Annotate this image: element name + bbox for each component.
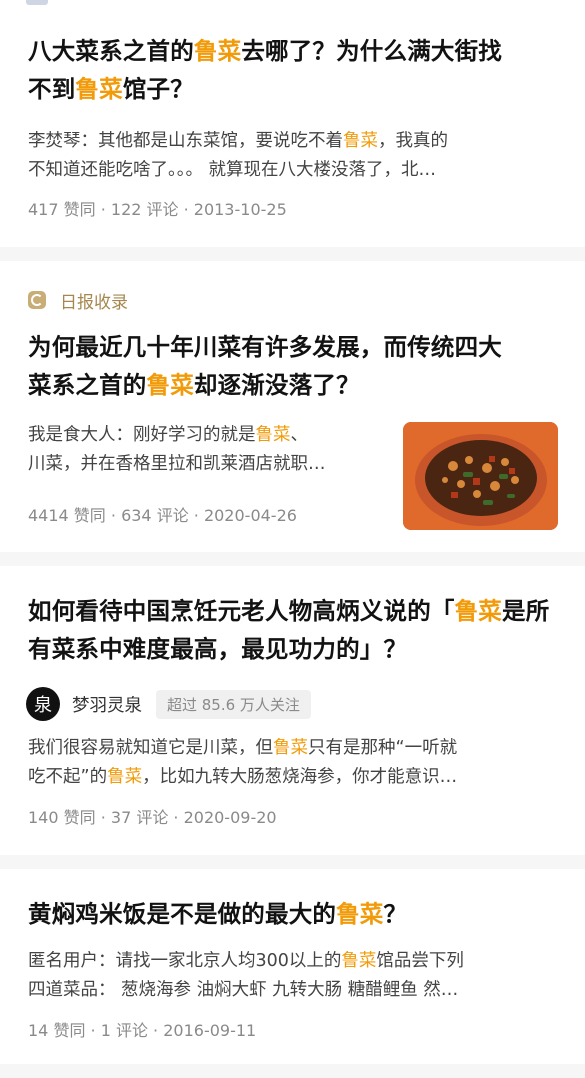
- author-avatar[interactable]: 泉: [26, 687, 60, 721]
- answer-meta: 140 赞同 · 37 评论 · 2020-09-20: [28, 808, 277, 827]
- answer-meta: 14 赞同 · 1 评论 · 2016-09-11: [28, 1021, 257, 1040]
- question-title[interactable]: 如何看待中国烹饪元老人物高炳义说的「鲁菜是所有菜系中难度最高，最见功力的」？: [28, 592, 563, 668]
- answer-card[interactable]: 黄焖鸡米饭是不是做的最大的鲁菜？ 匿名用户：请找一家北京人均300以上的鲁菜馆品…: [0, 869, 585, 1064]
- author-row[interactable]: 泉 梦羽灵泉 超过 85.6 万人关注: [26, 686, 311, 722]
- answer-card[interactable]: 如何看待中国烹饪元老人物高炳义说的「鲁菜是所有菜系中难度最高，最见功力的」？ 泉…: [0, 566, 585, 855]
- food-dish-illustration: [403, 422, 558, 530]
- answer-excerpt[interactable]: 李焚琴：其他都是山东菜馆，要说吃不着鲁菜，我真的 不知道还能吃啥了。。。 就算现在…: [28, 127, 563, 185]
- top-edge-decoration: [26, 0, 48, 5]
- question-title[interactable]: 八大菜系之首的鲁菜去哪了？为什么满大街找 不到鲁菜馆子？: [28, 32, 563, 108]
- badge-label: 日报收录: [60, 292, 128, 313]
- question-title[interactable]: 黄焖鸡米饭是不是做的最大的鲁菜？: [28, 895, 563, 933]
- answer-meta: 417 赞同 · 122 评论 · 2013-10-25: [28, 200, 287, 219]
- answer-excerpt[interactable]: 我们很容易就知道它是川菜，但鲁菜只有是那种“一听就 吃不起”的鲁菜，比如九转大肠葱…: [28, 734, 563, 792]
- answer-meta: 4414 赞同 · 634 评论 · 2020-04-26: [28, 506, 297, 525]
- answer-card[interactable]: 日报收录 为何最近几十年川菜有许多发展，而传统四大 菜系之首的鲁菜却逐渐没落了？ …: [0, 261, 585, 552]
- food-thumbnail-image[interactable]: [403, 422, 558, 530]
- author-name[interactable]: 梦羽灵泉: [72, 692, 142, 717]
- answer-excerpt[interactable]: 匿名用户：请找一家北京人均300以上的鲁菜馆品尝下列 四道菜品： 葱烧海参 油焖大…: [28, 947, 563, 1005]
- follower-count-badge: 超过 85.6 万人关注: [156, 689, 311, 719]
- answer-card[interactable]: 八大菜系之首的鲁菜去哪了？为什么满大街找 不到鲁菜馆子？ 李焚琴：其他都是山东菜馆…: [0, 0, 585, 247]
- daily-badge: 日报收录: [28, 288, 128, 313]
- answer-excerpt[interactable]: 我是食大人：刚好学习的就是鲁菜、 川菜，并在香格里拉和凯莱酒店就职…: [28, 421, 393, 479]
- daily-report-icon: [28, 291, 46, 309]
- question-title[interactable]: 为何最近几十年川菜有许多发展，而传统四大 菜系之首的鲁菜却逐渐没落了？: [28, 328, 563, 404]
